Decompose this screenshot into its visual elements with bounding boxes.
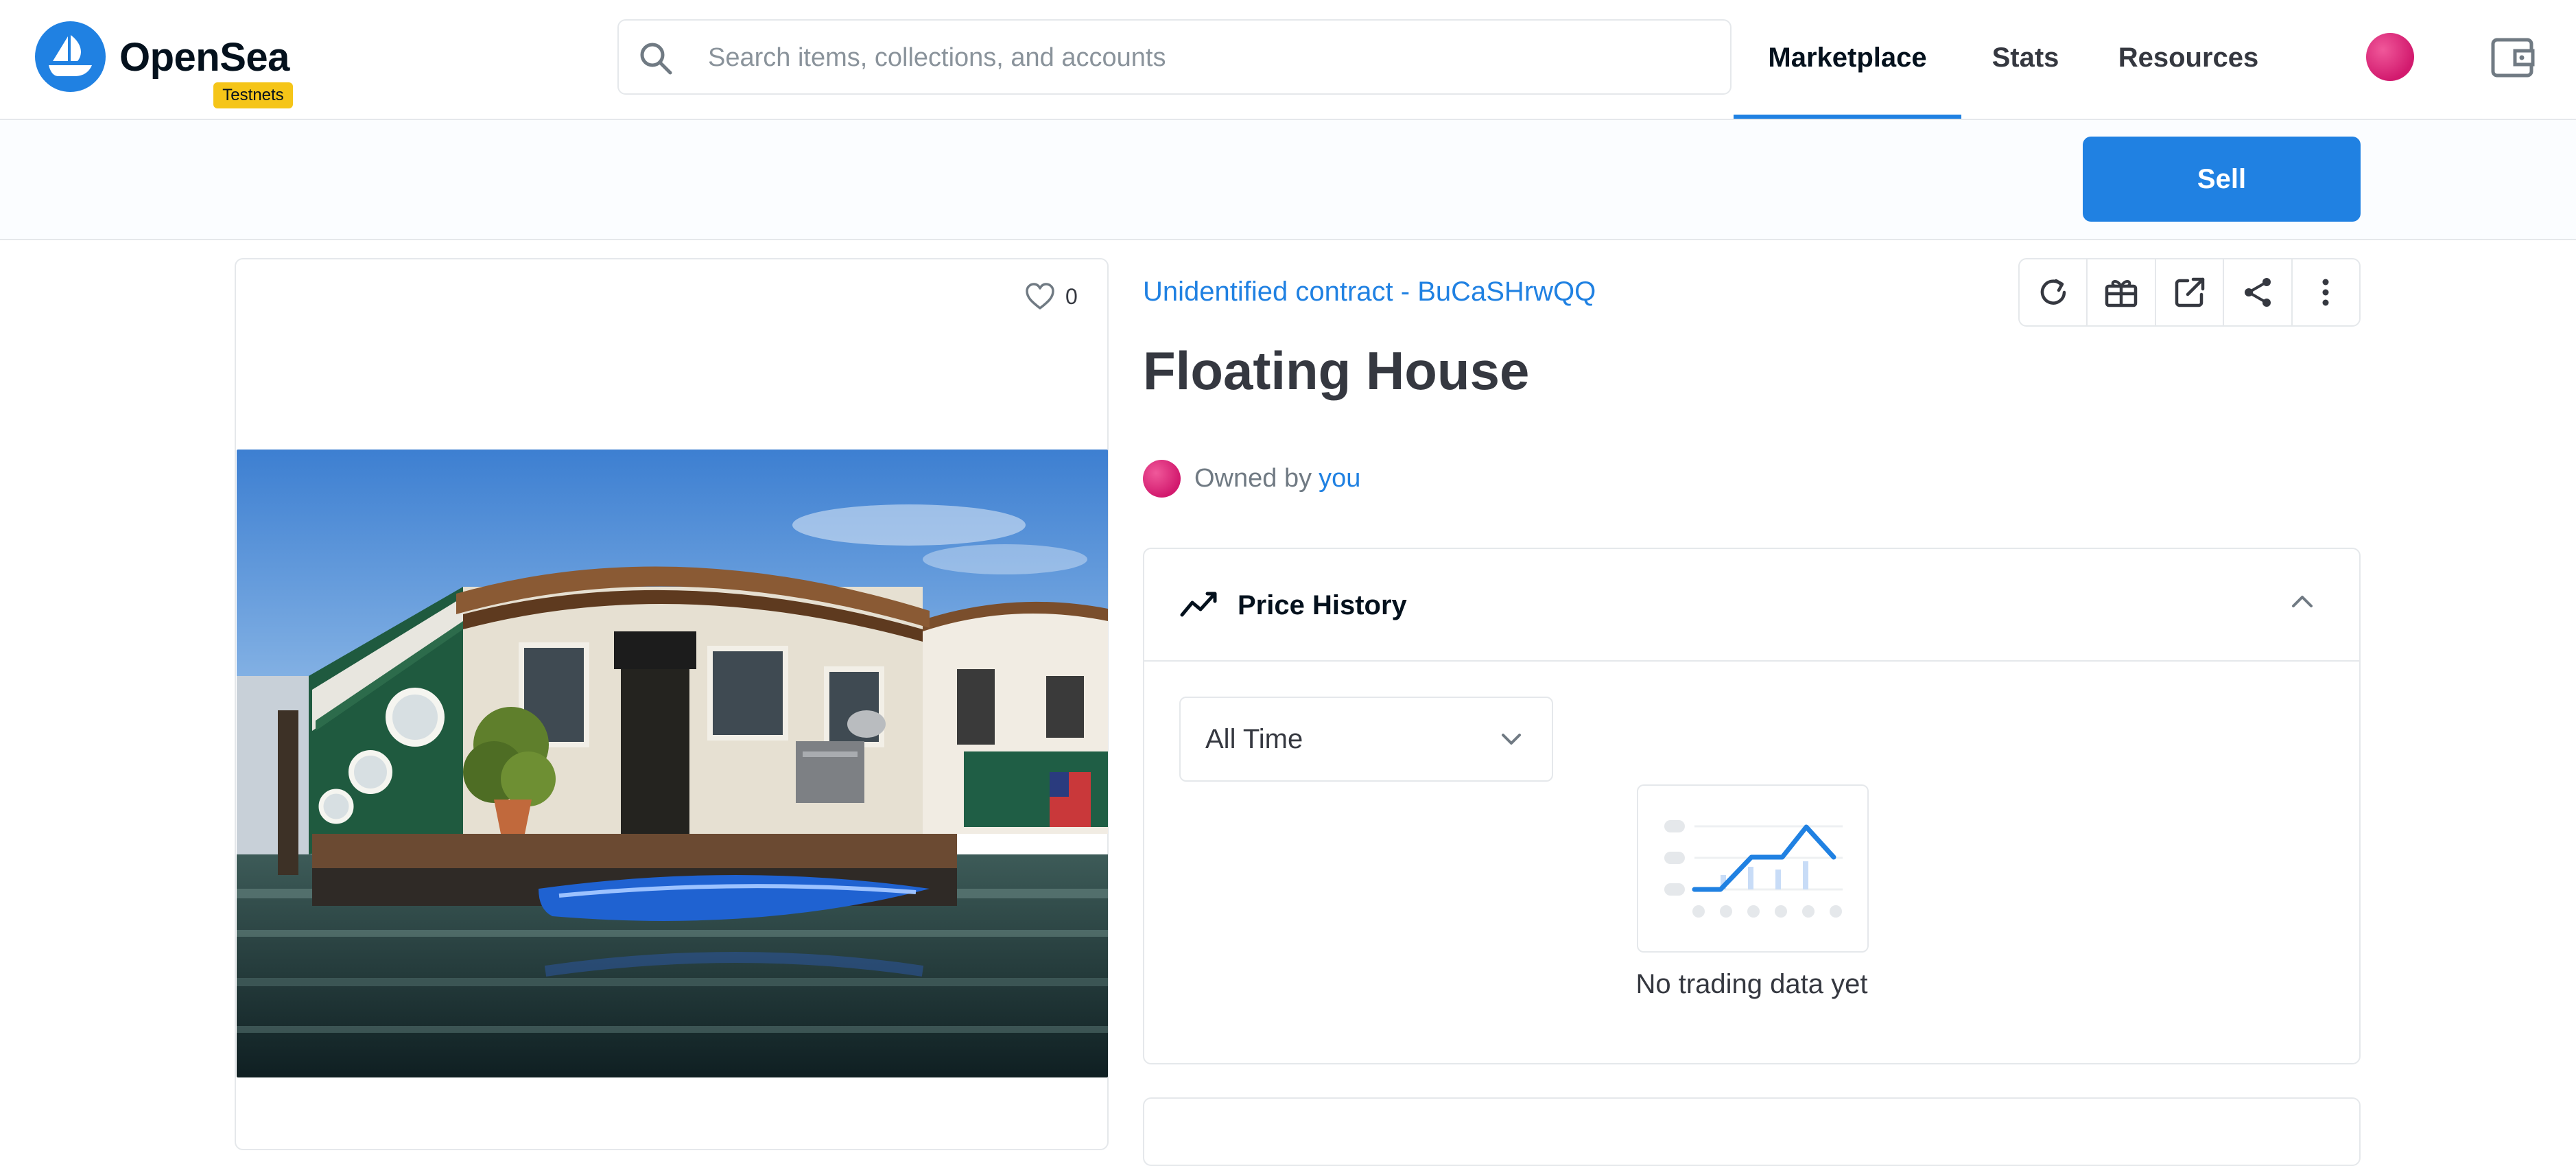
period-select[interactable]: All Time (1179, 697, 1553, 782)
price-history-panel: Price History All Time No trading data y… (1143, 548, 2361, 1064)
price-history-header[interactable]: Price History (1144, 549, 2359, 662)
opensea-logo-icon[interactable] (35, 21, 106, 92)
heart-icon (1026, 283, 1054, 310)
transfer-button[interactable] (2088, 259, 2156, 325)
next-accordion-panel (1143, 1097, 2361, 1166)
profile-avatar[interactable] (2366, 33, 2414, 81)
owner-avatar[interactable] (1143, 460, 1181, 498)
asset-media-card: 0 (235, 258, 1109, 1150)
houseboat-photo (237, 450, 1108, 1077)
collection-link[interactable]: Unidentified contract - BuCaSHrwQQ (1143, 271, 1596, 312)
search-input[interactable] (707, 30, 1711, 85)
nav-marketplace[interactable]: Marketplace (1734, 0, 1961, 119)
testnets-badge: Testnets (213, 82, 293, 108)
share-icon (2244, 278, 2271, 307)
search-bar[interactable] (617, 19, 1732, 95)
active-tab-indicator (1734, 115, 1961, 119)
refresh-button[interactable] (2020, 259, 2088, 325)
top-nav-bar: OpenSea Testnets Marketplace Stats Resou… (0, 0, 2576, 120)
external-link-icon (2175, 277, 2204, 307)
logo-text[interactable]: OpenSea (119, 30, 289, 85)
nav-stats[interactable]: Stats (1976, 0, 2075, 119)
chevron-down-icon (1502, 734, 1521, 745)
asset-image[interactable] (237, 450, 1108, 1077)
chart-placeholder-icon (1664, 820, 1843, 918)
owner-row: Owned by you (1143, 460, 1360, 498)
search-icon (640, 43, 672, 75)
owner-link[interactable]: you (1319, 464, 1360, 493)
gift-icon (2105, 280, 2138, 307)
wallet-icon[interactable] (2490, 36, 2536, 80)
favorite-count: 0 (1065, 283, 1078, 309)
chevron-up-icon[interactable] (2290, 593, 2315, 609)
empty-chart-illustration (1637, 784, 1869, 953)
favorite-button[interactable]: 0 (1024, 282, 1078, 311)
asset-toolbar (2018, 258, 2361, 327)
share-button[interactable] (2224, 259, 2293, 325)
owner-action-bar: Sell (0, 120, 2576, 240)
owned-by-label: Owned by (1194, 464, 1312, 493)
asset-title: Floating House (1143, 340, 1530, 401)
period-select-value: All Time (1205, 724, 1303, 754)
trending-icon (1180, 592, 1217, 617)
no-trading-data-text: No trading data yet (1635, 969, 1868, 999)
view-original-button[interactable] (2156, 259, 2225, 325)
price-history-label: Price History (1238, 590, 1407, 620)
nav-resources[interactable]: Resources (2106, 0, 2271, 119)
refresh-icon (2040, 279, 2066, 305)
more-icon (2322, 279, 2329, 306)
more-options-button[interactable] (2293, 259, 2359, 325)
sell-button[interactable]: Sell (2083, 137, 2361, 222)
